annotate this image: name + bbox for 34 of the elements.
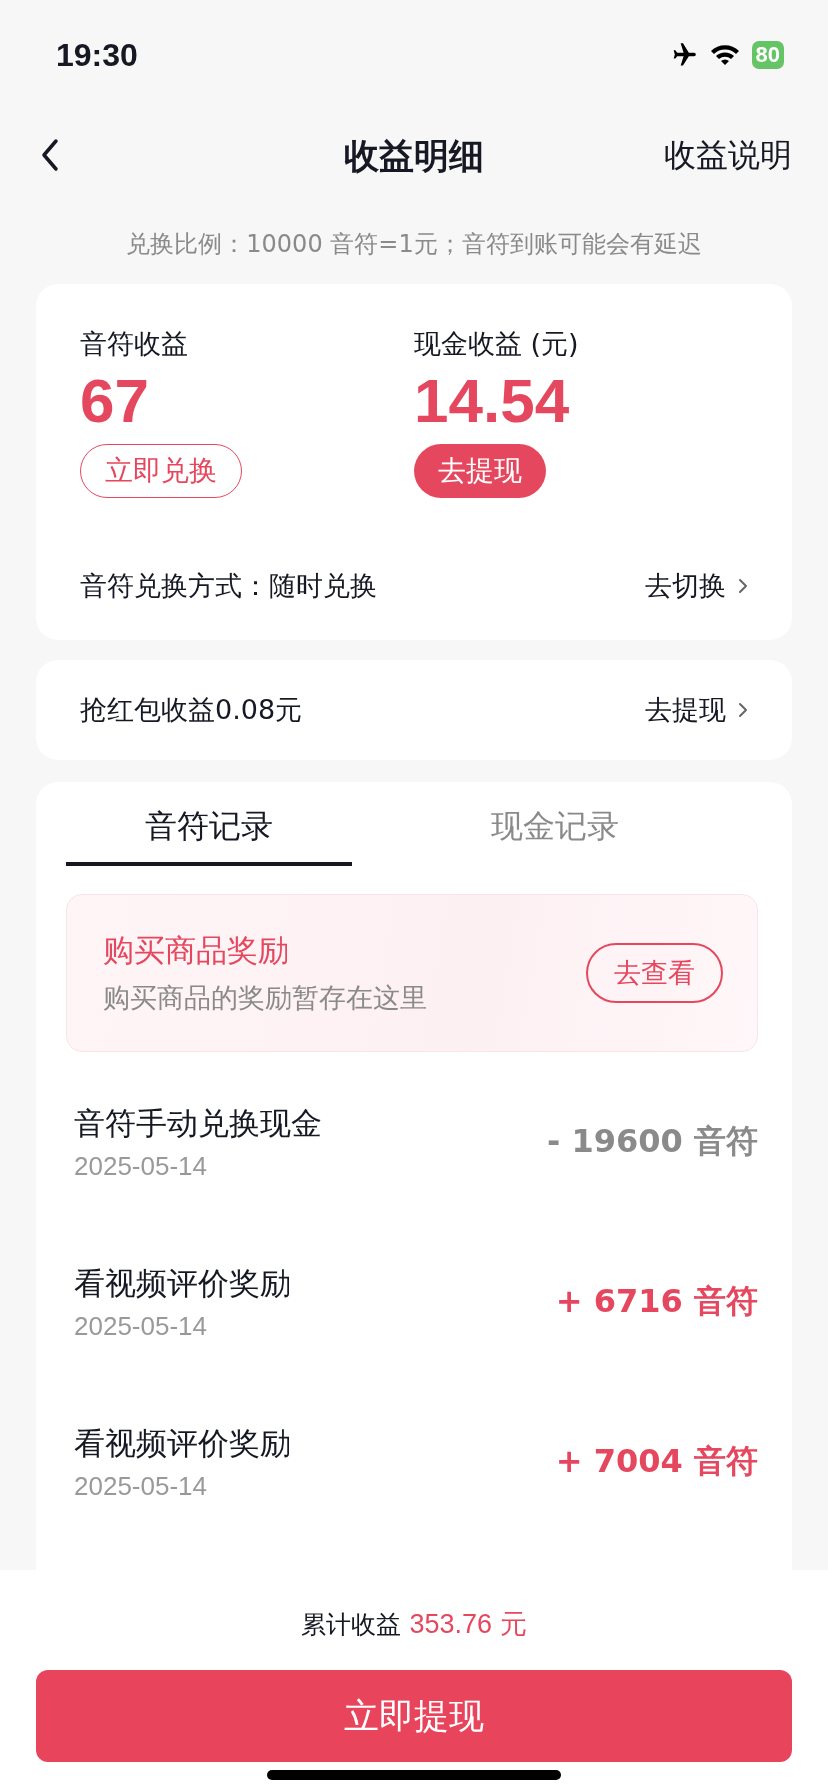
switch-link[interactable]: 去切换 [645,568,748,604]
record-date: 2025-05-14 [74,1470,208,1502]
withdraw-link[interactable]: 去提现 [645,692,748,728]
earning-label: 音符收益 [80,327,188,361]
exchange-method: 音符兑换方式：随时兑换 [80,569,377,603]
view-button[interactable]: 去查看 [586,943,723,1003]
record-amount: + 7004 音符 [555,1441,758,1482]
record-title: 看视频评价奖励 [74,1423,291,1463]
record-amount: + 6716 音符 [555,1281,758,1322]
wifi-icon [709,43,740,67]
earning-label: 现金收益 (元) [414,327,579,361]
exchange-button[interactable]: 立即兑换 [80,444,242,498]
battery-icon: 80 [751,41,784,69]
chevron-icon [738,578,748,594]
record-title: 音符手动兑换现金 [74,1103,322,1143]
record-date: 2025-05-14 [74,1310,208,1342]
banner-subtitle: 购买商品的奖励暂存在这里 [103,981,427,1015]
tab[interactable]: 现金记录 [412,782,698,866]
chevron-icon [738,702,748,718]
info-link[interactable]: 收益说明 [664,134,792,178]
record-title: 看视频评价奖励 [74,1263,291,1303]
withdraw-now-button[interactable]: 立即提现 [36,1670,792,1762]
earning-amount: 67 [80,365,149,437]
bonus-earning: 抢红包收益0.08元 [80,693,303,727]
record-amount: - 19600 音符 [547,1121,758,1162]
page-title: 收益明细 [344,134,484,178]
exchange-notice: 兑换比例：10000 音符=1元；音符到账可能会有延迟 [126,230,702,258]
withdraw-button[interactable]: 去提现 [414,444,546,498]
status-time: 19:30 [56,36,138,74]
total-earnings: 累计收益 353.76 元 [301,1608,527,1641]
banner-title: 购买商品奖励 [103,931,290,970]
earning-amount: 14.54 [414,365,570,437]
tab[interactable]: 音符记录 [66,782,352,866]
record-date: 2025-05-14 [74,1150,208,1182]
